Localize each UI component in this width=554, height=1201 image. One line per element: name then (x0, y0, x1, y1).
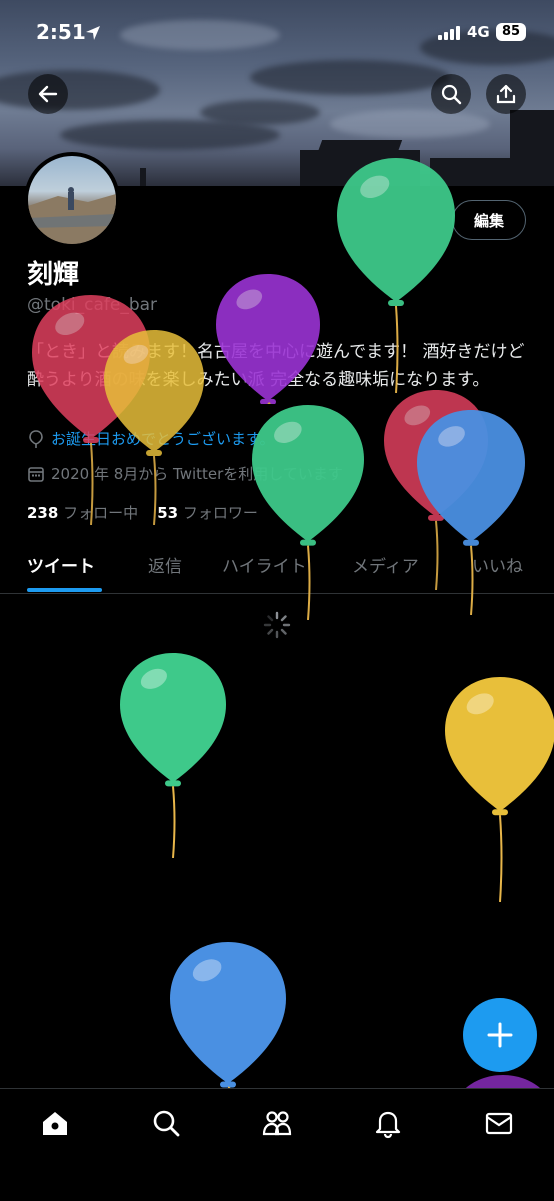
balloon-6 (417, 410, 525, 615)
edit-profile-button[interactable]: 編集 (452, 200, 526, 240)
balloon-9 (170, 942, 286, 1092)
search-button[interactable] (431, 74, 471, 114)
share-icon (496, 84, 516, 104)
tab-tweets[interactable]: ツイート (27, 552, 95, 577)
balloon-4 (252, 405, 364, 620)
location-arrow-icon (86, 26, 100, 40)
nav-notifications[interactable] (372, 1107, 404, 1139)
balloon-3 (337, 158, 455, 393)
avatar[interactable] (24, 152, 120, 248)
signal-icon (438, 26, 460, 40)
compose-tweet-button[interactable] (463, 998, 537, 1072)
notifications-icon (375, 1111, 401, 1139)
battery-indicator: 85 (496, 23, 526, 41)
messages-icon (485, 1112, 513, 1135)
nav-home[interactable] (39, 1107, 71, 1139)
balloon-7 (120, 653, 226, 858)
tab-replies[interactable]: 返信 (148, 552, 182, 577)
balloon-1 (104, 330, 204, 525)
search-icon (441, 84, 462, 105)
back-button[interactable] (28, 74, 68, 114)
bottom-navigation (0, 1088, 554, 1201)
plus-icon (487, 1022, 513, 1048)
communities-icon (262, 1111, 292, 1136)
avatar-image (28, 187, 116, 244)
active-tab-indicator (27, 588, 102, 592)
search-icon (153, 1110, 180, 1137)
profile-name: 刻輝 (27, 260, 80, 290)
status-time: 2:51 (36, 20, 86, 44)
nav-communities[interactable] (261, 1107, 293, 1139)
balloon-8 (445, 677, 554, 902)
nav-messages[interactable] (483, 1107, 515, 1139)
nav-search[interactable] (150, 1107, 182, 1139)
home-icon (43, 1112, 67, 1135)
balloon-2 (216, 274, 320, 404)
network-type: 4G (467, 23, 490, 41)
arrow-left-icon (38, 85, 58, 103)
status-bar: 2:51 4G 85 (0, 0, 554, 66)
share-button[interactable] (486, 74, 526, 114)
